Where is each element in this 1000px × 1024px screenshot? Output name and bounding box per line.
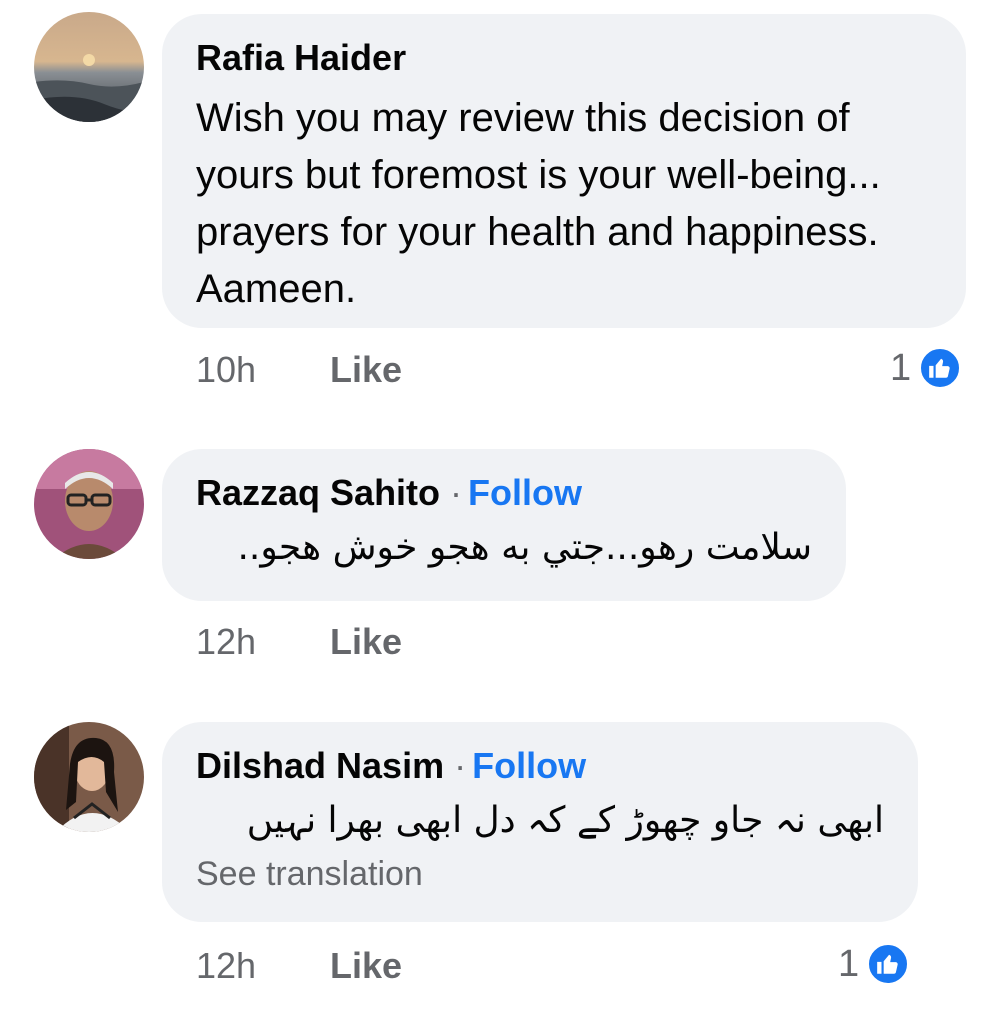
reaction-summary[interactable]: 1	[838, 942, 910, 986]
comment-timestamp[interactable]: 12h	[196, 944, 320, 988]
sunset-avatar-icon[interactable]	[34, 12, 144, 122]
author-name[interactable]: Razzaq Sahito	[196, 472, 440, 513]
comment-text: ابھی نہ جاو چھوڑ کے کہ دل ابھی بھرا نہیں	[246, 800, 884, 841]
thumbs-up-icon	[919, 347, 962, 389]
comment-author-line: Razzaq Sahito · Follow	[196, 471, 812, 515]
follow-button[interactable]: Follow	[468, 472, 582, 513]
see-translation-link[interactable]: See translation	[196, 852, 884, 896]
comment-timestamp[interactable]: 12h	[196, 620, 320, 664]
author-name[interactable]: Rafia Haider	[196, 37, 406, 78]
comment-actions: 12h Like	[196, 944, 402, 988]
follow-button[interactable]: Follow	[472, 745, 586, 786]
like-button[interactable]: Like	[330, 945, 402, 986]
reaction-count: 1	[838, 943, 860, 985]
comment-text: Wish you may review this decision of you…	[196, 96, 881, 311]
comment-bubble: Dilshad Nasim · Follow ابھی نہ جاو چھوڑ کے…	[162, 722, 918, 922]
comment-actions: 10h Like	[196, 348, 402, 392]
comment-actions: 12h Like	[196, 620, 402, 664]
reaction-count: 1	[890, 347, 912, 389]
comment-timestamp[interactable]: 10h	[196, 348, 320, 392]
thumbs-up-icon	[867, 943, 910, 985]
reaction-summary[interactable]: 1	[890, 346, 962, 390]
separator-dot: ·	[454, 745, 467, 786]
comment-bubble: Rafia Haider Wish you may review this de…	[162, 14, 966, 328]
separator-dot: ·	[450, 472, 463, 513]
comment-author-line: Rafia Haider	[196, 36, 932, 80]
comment-bubble: Razzaq Sahito · Follow سلامت رهو...جتي به …	[162, 449, 846, 601]
person-avatar-icon[interactable]	[34, 449, 144, 559]
comment-text: سلامت رهو...جتي به هجو خوش هجو..	[237, 527, 812, 568]
like-button[interactable]: Like	[330, 621, 402, 662]
comment-author-line: Dilshad Nasim · Follow	[196, 744, 884, 788]
author-name[interactable]: Dilshad Nasim	[196, 745, 444, 786]
like-button[interactable]: Like	[330, 349, 402, 390]
person-avatar-icon[interactable]	[34, 722, 144, 832]
